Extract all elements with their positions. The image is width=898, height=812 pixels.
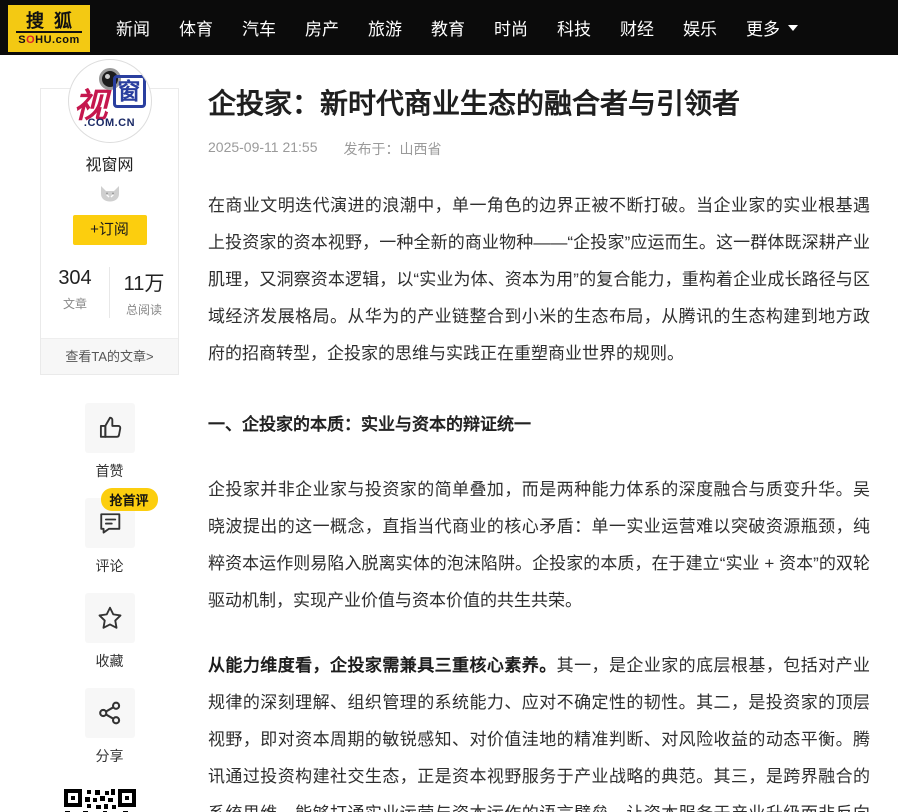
comment-button[interactable]: 抢首评 评论 xyxy=(85,498,135,576)
article-meta: 2025-09-11 21:55 发布于：山西省 xyxy=(208,139,870,159)
favorite-button[interactable]: 收藏 xyxy=(85,593,135,671)
nav-menu: 新闻 体育 汽车 房产 旅游 教育 时尚 科技 财经 娱乐 更多 xyxy=(116,0,798,55)
share-label: 分享 xyxy=(85,746,135,766)
logo-en-rest: HU.com xyxy=(35,34,80,46)
nav-item-more[interactable]: 更多 xyxy=(746,15,798,40)
stat-reads-label: 总阅读 xyxy=(110,301,178,318)
stat-articles-value: 304 xyxy=(41,267,109,290)
nav-more-label: 更多 xyxy=(746,15,780,40)
nav-item-news[interactable]: 新闻 xyxy=(116,15,150,40)
stat-total-reads: 11万 总阅读 xyxy=(110,267,178,318)
nav-item-realestate[interactable]: 房产 xyxy=(305,15,339,40)
sohu-logo-cn: 搜狐 xyxy=(16,11,82,33)
author-avatar[interactable]: 视 窗 .COM.CN xyxy=(68,59,152,143)
logo-en-o: O xyxy=(26,34,35,46)
comment-label: 评论 xyxy=(85,556,135,576)
action-rail: 首赞 抢首评 评论 收藏 xyxy=(40,403,179,783)
stat-articles-label: 文章 xyxy=(41,295,109,312)
nav-item-travel[interactable]: 旅游 xyxy=(368,15,402,40)
nav-item-finance[interactable]: 财经 xyxy=(620,15,654,40)
top-navbar: 搜狐 SOHU.com 新闻 体育 汽车 房产 旅游 教育 时尚 科技 财经 娱… xyxy=(0,0,898,55)
sohu-logo-en: SOHU.com xyxy=(18,34,79,46)
thumb-up-icon xyxy=(96,414,124,442)
author-card: 视 窗 .COM.CN 视窗网 +订阅 304 文章 11万 总阅读 查看TA的… xyxy=(40,88,179,375)
nav-item-fashion[interactable]: 时尚 xyxy=(494,15,528,40)
article-paragraph-intro: 在商业文明迭代演进的浪潮中，单一角色的边界正被不断打破。当企业家的实业根基遇上投… xyxy=(208,187,870,372)
nav-item-auto[interactable]: 汽车 xyxy=(242,15,276,40)
article-main: 企投家：新时代商业生态的融合者与引领者 2025-09-11 21:55 发布于… xyxy=(208,86,870,812)
comment-icon xyxy=(96,509,124,537)
sohu-fox-icon xyxy=(98,185,122,203)
view-author-articles-link[interactable]: 查看TA的文章> xyxy=(41,338,178,374)
author-name: 视窗网 xyxy=(41,151,178,175)
like-iconbox xyxy=(85,403,135,453)
article-title: 企投家：新时代商业生态的融合者与引领者 xyxy=(208,86,870,122)
nav-item-tech[interactable]: 科技 xyxy=(557,15,591,40)
paragraph-text: 企投家并非企业家与投资家的简单叠加，而是两种能力体系的深度融合与质变升华。吴晓波… xyxy=(208,480,870,610)
logo-en-s: S xyxy=(18,34,26,46)
nav-item-sports[interactable]: 体育 xyxy=(179,15,213,40)
article-paragraph: 从能力维度看，企投家需兼具三重核心素养。其一，是企业家的底层根基，包括对产业规律… xyxy=(208,647,870,812)
paragraph-text: 其一，是企业家的底层根基，包括对产业规律的深刻理解、组织管理的系统能力、应对不确… xyxy=(208,656,870,812)
nav-item-entertainment[interactable]: 娱乐 xyxy=(683,15,717,40)
subscribe-button[interactable]: +订阅 xyxy=(73,215,147,245)
first-comment-badge: 抢首评 xyxy=(101,488,158,511)
avatar-domain-text: .COM.CN xyxy=(69,117,151,129)
stat-articles: 304 文章 xyxy=(41,267,110,318)
section-heading: 一、企投家的本质：实业与资本的辩证统一 xyxy=(208,406,870,443)
star-icon xyxy=(96,604,124,632)
share-icon xyxy=(96,699,124,727)
article-date: 2025-09-11 21:55 xyxy=(208,139,318,159)
like-label: 首赞 xyxy=(85,461,135,481)
sohu-logo[interactable]: 搜狐 SOHU.com xyxy=(8,5,90,52)
share-iconbox xyxy=(85,688,135,738)
article-source: 发布于：山西省 xyxy=(344,139,442,159)
stat-reads-value: 11万 xyxy=(110,267,178,296)
favorite-iconbox xyxy=(85,593,135,643)
author-stats: 304 文章 11万 总阅读 xyxy=(41,267,178,318)
article-paragraph: 企投家并非企业家与投资家的简单叠加，而是两种能力体系的深度融合与质变升华。吴晓波… xyxy=(208,471,870,619)
paragraph-text: 在商业文明迭代演进的浪潮中，单一角色的边界正被不断打破。当企业家的实业根基遇上投… xyxy=(208,196,870,363)
like-button[interactable]: 首赞 xyxy=(85,403,135,481)
paragraph-bold-lead: 从能力维度看，企投家需兼具三重核心素养。 xyxy=(208,656,557,675)
share-button[interactable]: 分享 xyxy=(85,688,135,766)
chevron-down-icon xyxy=(788,25,798,31)
favorite-label: 收藏 xyxy=(85,651,135,671)
nav-item-education[interactable]: 教育 xyxy=(431,15,465,40)
avatar-char-right: 窗 xyxy=(113,75,146,108)
qr-code xyxy=(63,788,137,812)
